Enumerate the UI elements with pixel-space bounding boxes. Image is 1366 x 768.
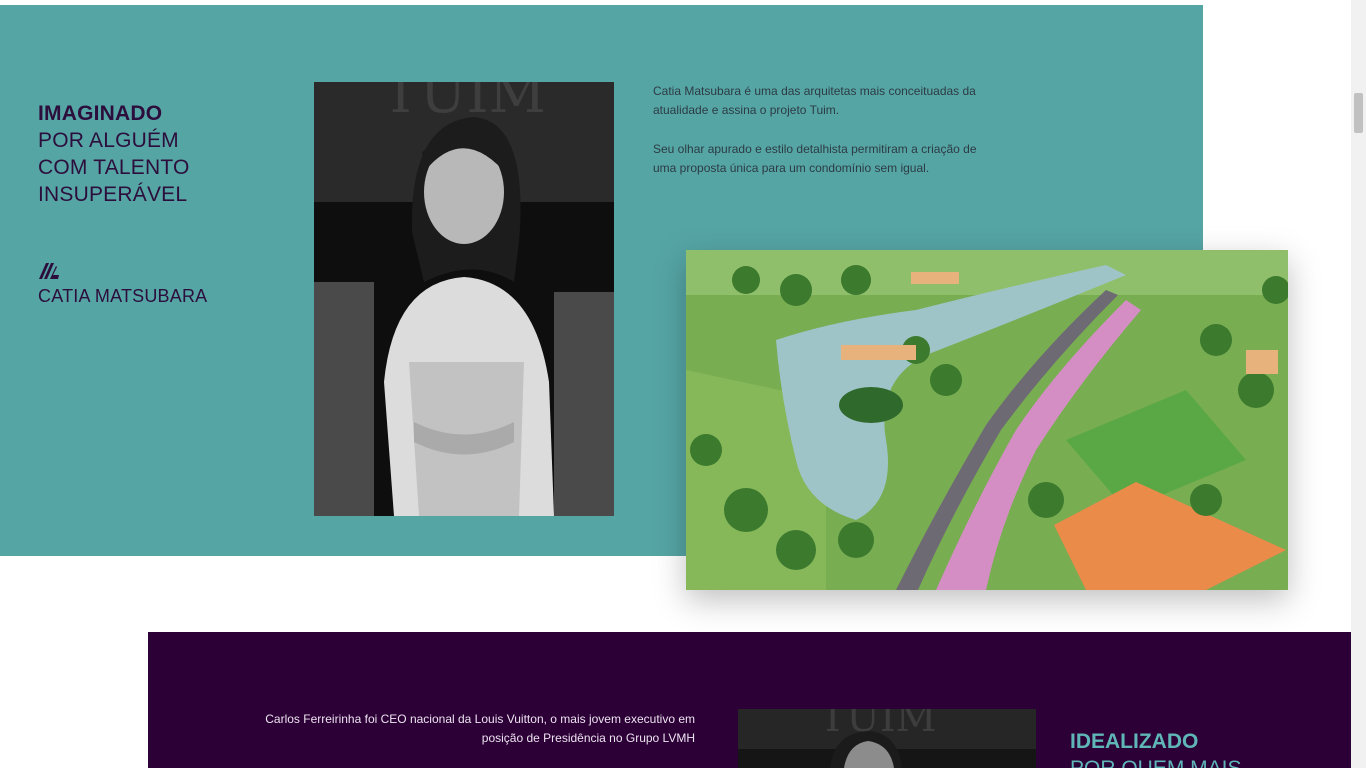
cm-monogram-icon: [39, 263, 59, 279]
scrollbar-thumb[interactable]: [1354, 93, 1363, 133]
architect-paragraph-2: Seu olhar apurado e estilo detalhista pe…: [653, 142, 977, 175]
founder-portrait: TUIM: [738, 709, 1036, 768]
heading-line: POR QUEM MAIS: [1070, 755, 1242, 768]
architect-name: CATIA MATSUBARA: [38, 286, 208, 306]
heading-bold: IMAGINADO: [38, 102, 163, 125]
founder-heading: IDEALIZADO POR QUEM MAIS: [1070, 728, 1242, 768]
architect-paragraph-1: Catia Matsubara é uma das arquitetas mai…: [653, 84, 976, 117]
page: IMAGINADO POR ALGUÉM COM TALENTO INSUPER…: [0, 0, 1351, 768]
condominium-aerial-render: [686, 250, 1288, 590]
architect-portrait: TUIM: [314, 82, 614, 516]
vertical-scrollbar[interactable]: [1351, 0, 1366, 768]
architect-heading: IMAGINADO POR ALGUÉM COM TALENTO INSUPER…: [38, 100, 190, 208]
heading-line: COM TALENTO: [38, 156, 190, 179]
heading-line: POR ALGUÉM: [38, 129, 179, 152]
heading-bold: IDEALIZADO: [1070, 730, 1199, 753]
founder-bio: Carlos Ferreirinha foi CEO nacional da L…: [265, 712, 695, 745]
heading-line: INSUPERÁVEL: [38, 183, 188, 206]
